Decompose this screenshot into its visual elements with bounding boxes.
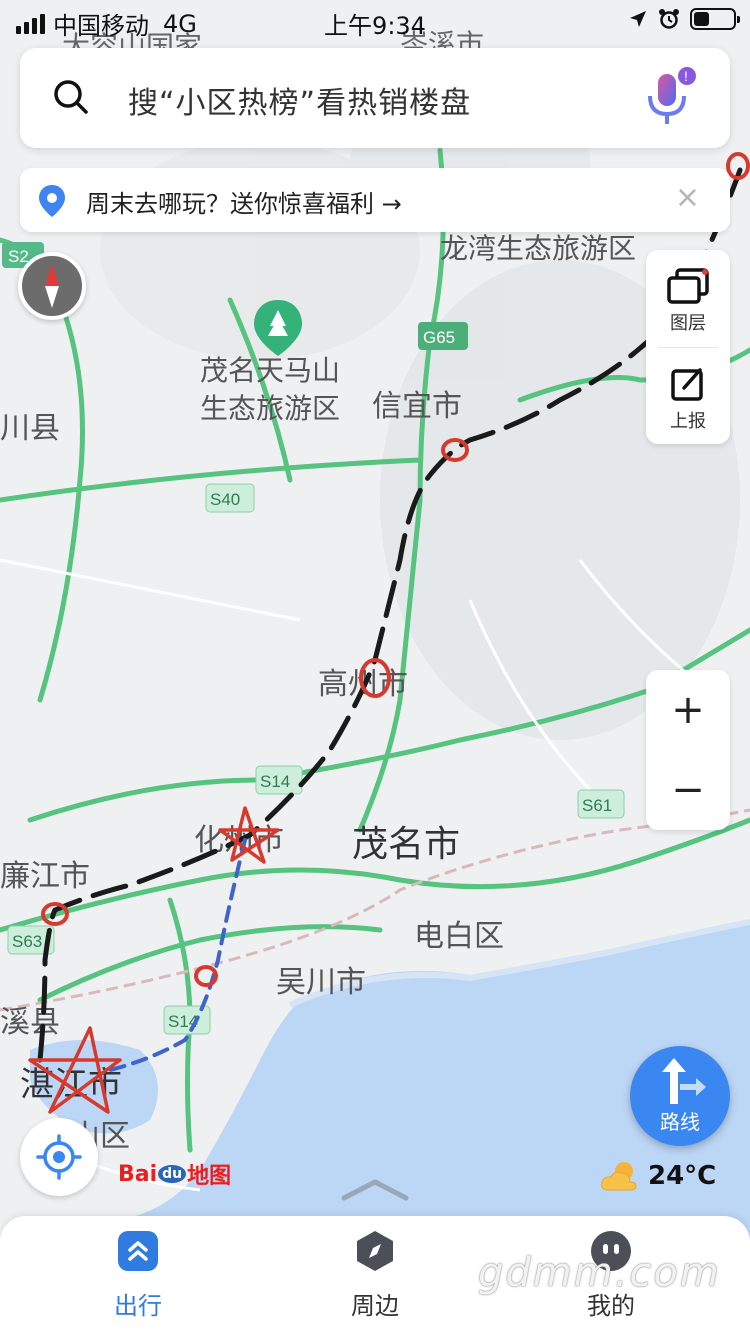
layers-label: 图层 <box>670 313 706 334</box>
promo-text[interactable]: 周末去哪玩？送你惊喜福利 → <box>86 184 402 219</box>
label-lianjiang: 廉江市 <box>0 859 90 894</box>
location-pin-icon <box>39 185 65 217</box>
report-button[interactable]: 上报 <box>646 366 730 433</box>
label-maoming: 茂名市 <box>352 824 460 865</box>
tab-travel-label: 出行 <box>114 1292 162 1320</box>
logo-text-map: 地图 <box>187 1164 232 1189</box>
label-wuchuan: 吴川市 <box>276 965 366 1000</box>
label-longwan: 龙湾生态旅游区 <box>440 232 636 265</box>
site-watermark: gdmm.com <box>478 1250 721 1296</box>
weather-widget[interactable]: 24°C <box>600 1160 716 1192</box>
compass-icon <box>357 1231 393 1271</box>
label-dianbai: 电白区 <box>414 919 504 954</box>
logo-text-bai: Bai <box>118 1161 158 1187</box>
report-edit-icon <box>671 368 703 401</box>
layers-button[interactable]: 图层 <box>646 268 730 335</box>
svg-text:S63: S63 <box>12 932 42 951</box>
svg-text:S61: S61 <box>582 796 612 815</box>
locate-crosshair-icon <box>36 1134 82 1180</box>
report-label: 上报 <box>670 411 706 432</box>
label-tianmashan-1: 茂名天马山 <box>200 354 340 387</box>
temperature-text: 24°C <box>648 1161 717 1191</box>
search-placeholder[interactable]: 搜“小区热榜”看热销楼盘 <box>128 78 471 122</box>
location-arrow-icon <box>630 11 646 27</box>
chevron-up-double-icon <box>118 1231 158 1271</box>
layers-icon <box>667 268 709 304</box>
logo-paw-du: du <box>158 1165 187 1183</box>
status-bar: 中国移动 4G 上午9:34 <box>0 0 750 40</box>
zoom-out-button[interactable]: − <box>646 750 730 830</box>
search-icon <box>54 80 88 114</box>
label-chuanxian: 川县 <box>0 411 60 446</box>
map-tools-panel: 图层 上报 <box>646 250 730 444</box>
tab-travel[interactable]: 出行 <box>58 1230 218 1321</box>
shield-s40: S40 <box>205 483 255 513</box>
close-icon[interactable]: × <box>675 180 700 216</box>
route-arrow-icon <box>662 1058 706 1104</box>
svg-text:!: ! <box>684 68 688 84</box>
route-button[interactable]: 路线 <box>630 1046 730 1146</box>
shield-g65: G65 <box>418 322 468 350</box>
zoom-controls: + − <box>646 670 730 830</box>
promo-notice[interactable]: 周末去哪玩？送你惊喜福利 → × <box>20 168 730 232</box>
partly-cloudy-icon <box>601 1162 637 1191</box>
route-label: 路线 <box>660 1110 700 1134</box>
shield-s61: S61 <box>577 789 625 819</box>
alarm-icon <box>659 9 679 29</box>
status-time: 上午9:34 <box>324 12 426 40</box>
locate-me-button[interactable] <box>20 1118 98 1196</box>
label-xinyi: 信宜市 <box>372 389 462 424</box>
zoom-in-button[interactable]: + <box>646 670 730 750</box>
label-suixi: 溪县 <box>0 1005 60 1040</box>
shield-s14-north: S14 <box>255 765 303 795</box>
tab-nearby-label: 周边 <box>351 1292 399 1320</box>
compass-icon[interactable] <box>18 252 86 320</box>
svg-text:S14: S14 <box>260 772 290 791</box>
svg-text:S40: S40 <box>210 490 240 509</box>
baidu-map-logo: Bai du 地图 <box>118 1158 231 1190</box>
panel-divider <box>658 347 718 348</box>
label-tianmashan-2: 生态旅游区 <box>200 392 340 425</box>
tab-nearby[interactable]: 周边 <box>295 1230 455 1321</box>
voice-mic-icon[interactable]: ! <box>638 66 698 136</box>
expand-sheet-handle[interactable] <box>340 1176 410 1202</box>
svg-text:G65: G65 <box>423 328 455 347</box>
search-bar[interactable]: 搜“小区热榜”看热销楼盘 ! <box>20 48 730 148</box>
battery-icon <box>690 8 740 30</box>
